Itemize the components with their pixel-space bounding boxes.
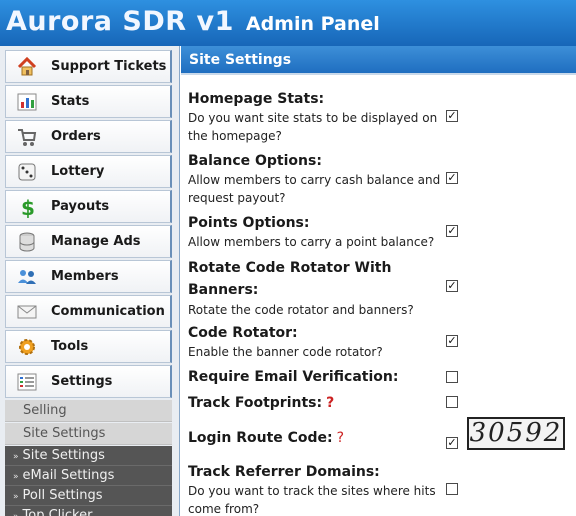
gear-icon	[16, 336, 38, 358]
sidebar-item-label: Support Tickets	[51, 59, 167, 74]
setting-description: Do you want to track the sites where hit…	[188, 484, 436, 516]
app-title: Aurora SDR v1	[6, 6, 234, 37]
setting-title: Login Route Code:	[188, 430, 333, 446]
sidebar-item-label: Orders	[51, 129, 101, 144]
sidebar-item-label: Settings	[51, 374, 113, 389]
setting-description: Rotate the code rotator and banners?	[188, 303, 414, 317]
sidebar-item-communication[interactable]: Communication	[5, 295, 172, 328]
settings-link-poll-settings[interactable]: » Poll Settings	[5, 486, 172, 506]
setting-description: Allow members to carry cash balance and …	[188, 173, 441, 205]
track-referrer-domains-checkbox[interactable]	[446, 483, 458, 495]
setting-homepage-stats: Homepage Stats: Do you want site stats t…	[188, 89, 448, 145]
settings-link-label: Top Clicker	[22, 508, 93, 516]
double-arrow-icon: »	[13, 452, 19, 462]
code-rotator-checkbox[interactable]: ✓	[446, 335, 458, 347]
setting-title: Points Options:	[188, 215, 310, 231]
sidebar-item-label: Tools	[51, 339, 89, 354]
points-options-checkbox[interactable]: ✓	[446, 225, 458, 237]
setting-require-email-verification: Require Email Verification:	[188, 367, 448, 387]
svg-text:$: $	[21, 196, 35, 218]
setting-points-options: Points Options: Allow members to carry a…	[188, 213, 448, 251]
envelope-icon	[16, 301, 38, 323]
settings-list-icon	[16, 371, 38, 393]
sidebar-item-label: Communication	[51, 304, 165, 319]
settings-link-label: eMail Settings	[22, 468, 115, 483]
double-arrow-icon: »	[13, 512, 19, 516]
setting-rotate-code-rotator: Rotate Code Rotator With Banners: Rotate…	[188, 257, 414, 319]
setting-description: Enable the banner code rotator?	[188, 345, 383, 359]
require-email-verification-checkbox[interactable]	[446, 371, 458, 383]
setting-title: Track Referrer Domains:	[188, 464, 380, 480]
app-subtitle: Admin Panel	[245, 13, 380, 35]
sidebar-item-tools[interactable]: Tools	[5, 330, 172, 363]
sidebar-item-orders[interactable]: Orders	[5, 120, 172, 153]
sidebar-item-label: Payouts	[51, 199, 110, 214]
setting-title: Require Email Verification:	[188, 369, 399, 385]
homepage-stats-checkbox[interactable]: ✓	[446, 110, 458, 122]
sidebar-item-label: Stats	[51, 94, 90, 109]
submenu-site-settings[interactable]: Site Settings	[5, 423, 172, 445]
setting-login-route-code: Login Route Code:?	[188, 428, 448, 448]
setting-description: Allow members to carry a point balance?	[188, 235, 435, 249]
setting-track-footprints: Track Footprints:?	[188, 393, 448, 413]
house-icon	[16, 56, 38, 78]
double-arrow-icon: »	[13, 492, 19, 502]
section-header: Site Settings	[181, 46, 576, 75]
page-title: Site Settings	[189, 52, 292, 68]
sidebar-item-support-tickets[interactable]: Support Tickets	[5, 50, 172, 83]
settings-link-top-clicker[interactable]: »Top Clicker	[5, 506, 172, 516]
shopping-cart-icon	[16, 126, 38, 148]
sidebar-item-stats[interactable]: Stats	[5, 85, 172, 118]
track-footprints-checkbox[interactable]	[446, 396, 458, 408]
settings-panel: Homepage Stats: Do you want site stats t…	[181, 77, 576, 516]
setting-title: Homepage Stats:	[188, 91, 325, 107]
setting-title: Rotate Code Rotator With Banners:	[188, 260, 392, 298]
rotate-code-rotator-checkbox[interactable]: ✓	[446, 280, 458, 292]
setting-title: Code Rotator:	[188, 325, 298, 341]
sidebar-item-members[interactable]: Members	[5, 260, 172, 293]
help-icon[interactable]: ?	[326, 395, 334, 411]
setting-description: Do you want site stats to be displayed o…	[188, 111, 438, 143]
bar-chart-icon	[16, 91, 38, 113]
login-route-code-checkbox[interactable]: ✓	[446, 437, 458, 449]
submenu-selling[interactable]: Selling	[5, 400, 172, 422]
sidebar: Support Tickets Stats Orders Lottery $ P…	[0, 46, 180, 516]
dollar-icon: $	[16, 196, 38, 220]
users-icon	[16, 266, 38, 288]
settings-link-label: Poll Settings	[22, 488, 103, 503]
sidebar-item-settings[interactable]: Settings	[5, 365, 172, 398]
sidebar-item-label: Members	[51, 269, 119, 284]
settings-link-label: Site Settings	[22, 448, 105, 463]
setting-code-rotator: Code Rotator: Enable the banner code rot…	[188, 323, 448, 361]
help-icon[interactable]: ?	[337, 430, 344, 446]
database-icon	[16, 231, 38, 253]
settings-link-email-settings[interactable]: » eMail Settings	[5, 466, 172, 486]
dice-icon	[16, 161, 38, 183]
setting-title-row: Login Route Code:?	[188, 428, 448, 448]
double-arrow-icon: »	[13, 472, 19, 482]
sidebar-item-label: Lottery	[51, 164, 105, 179]
settings-link-site-settings[interactable]: » Site Settings	[5, 446, 172, 466]
sidebar-item-label: Manage Ads	[51, 234, 141, 249]
setting-title: Balance Options:	[188, 153, 322, 169]
captcha-image: 30592	[467, 417, 565, 450]
setting-balance-options: Balance Options: Allow members to carry …	[188, 151, 448, 207]
sidebar-item-manage-ads[interactable]: Manage Ads	[5, 225, 172, 258]
setting-title-row: Track Footprints:?	[188, 393, 448, 413]
app-header: Aurora SDR v1 Admin Panel	[0, 0, 576, 46]
setting-title: Track Footprints:	[188, 395, 323, 411]
sidebar-item-lottery[interactable]: Lottery	[5, 155, 172, 188]
balance-options-checkbox[interactable]: ✓	[446, 172, 458, 184]
setting-track-referrer-domains: Track Referrer Domains: Do you want to t…	[188, 462, 448, 516]
sidebar-item-payouts[interactable]: $ Payouts	[5, 190, 172, 223]
